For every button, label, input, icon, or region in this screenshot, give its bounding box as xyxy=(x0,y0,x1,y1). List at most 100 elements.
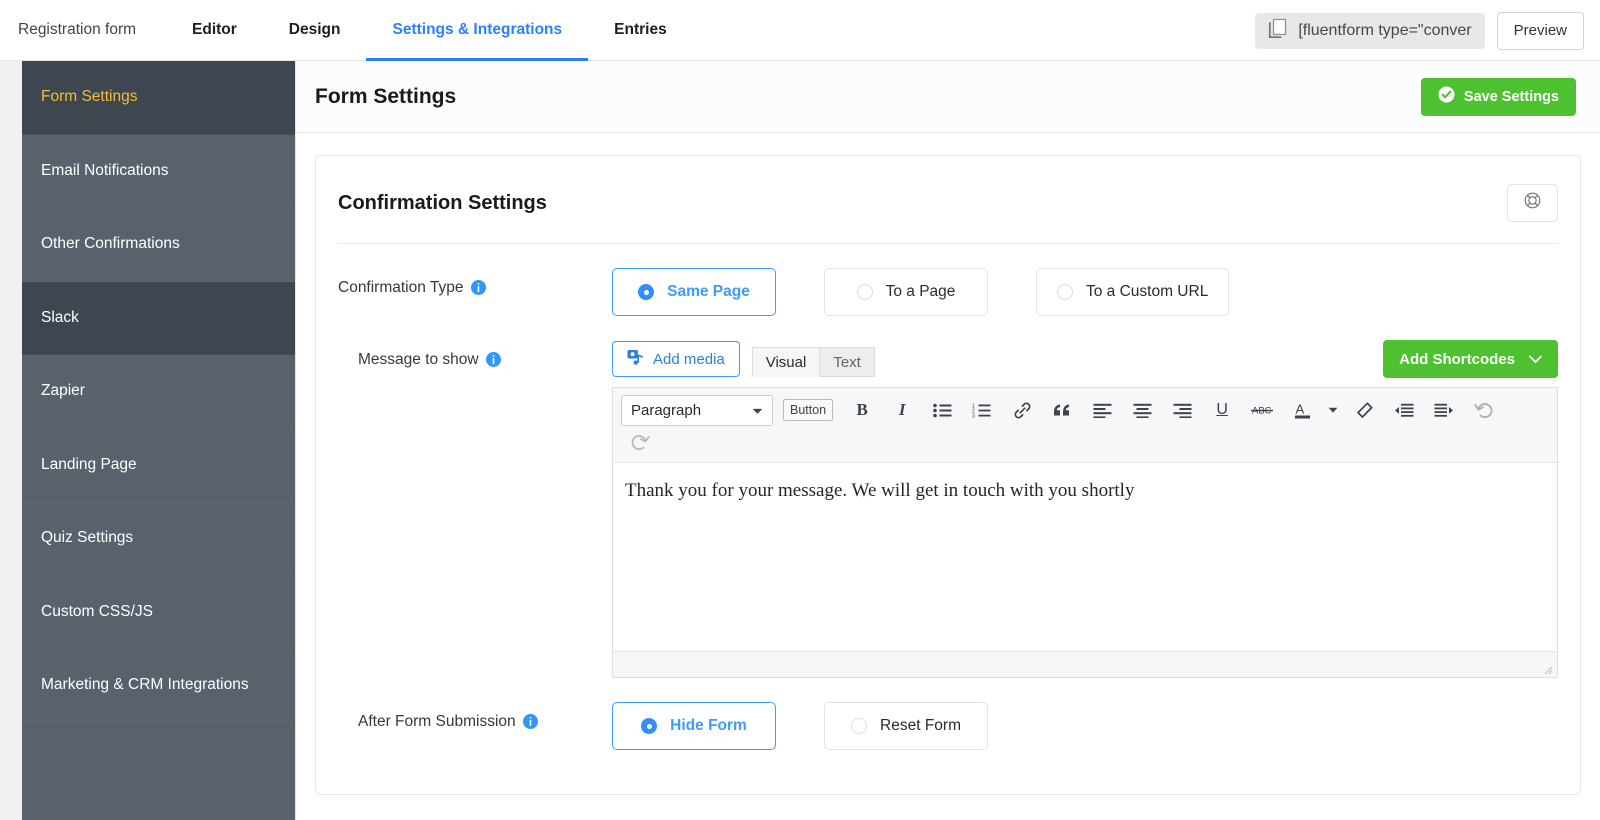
copy-icon xyxy=(1268,18,1287,44)
italic-icon[interactable]: I xyxy=(883,394,921,426)
option-label: Reset Form xyxy=(880,717,961,734)
media-icon xyxy=(627,349,644,370)
message-to-show-label: Message to show xyxy=(358,351,479,368)
outdent-icon[interactable] xyxy=(1385,394,1423,426)
preview-button[interactable]: Preview xyxy=(1496,11,1584,50)
editor-top-toolbar: Add media Visual Text Add Shortcodes xyxy=(612,340,1558,378)
shortcode-text: [fluentform type="conver xyxy=(1298,21,1472,39)
after-submission-option-hide-form[interactable]: Hide Form xyxy=(612,702,776,750)
sidebar-item-zapier[interactable]: Zapier xyxy=(22,355,295,429)
add-shortcodes-button[interactable]: Add Shortcodes xyxy=(1383,340,1558,378)
confirmation-type-option-to-a-page[interactable]: To a Page xyxy=(824,268,988,316)
editor-tab-visual[interactable]: Visual xyxy=(751,347,821,377)
link-icon[interactable] xyxy=(1003,394,1041,426)
page-title: Form Settings xyxy=(315,84,457,108)
card-header: Confirmation Settings xyxy=(338,156,1558,244)
confirmation-type-field: Same Page To a Page To a Custom URL xyxy=(612,268,1558,316)
save-settings-button[interactable]: Save Settings xyxy=(1420,77,1576,116)
confirmation-type-label: Confirmation Type xyxy=(338,279,464,296)
sidebar-item-quiz-settings[interactable]: Quiz Settings xyxy=(22,502,295,576)
add-media-label: Add media xyxy=(653,350,725,368)
tab-design[interactable]: Design xyxy=(263,0,367,61)
tab-settings-integrations[interactable]: Settings & Integrations xyxy=(366,0,588,61)
after-form-submission-options: Hide Form Reset Form xyxy=(612,702,1558,750)
bullet-list-icon[interactable] xyxy=(923,394,961,426)
main-panel-header: Form Settings Save Settings xyxy=(296,61,1600,133)
confirmation-type-option-to-a-custom-url[interactable]: To a Custom URL xyxy=(1036,268,1230,316)
svg-text:3: 3 xyxy=(972,413,975,417)
option-label: Hide Form xyxy=(670,717,747,734)
top-nav-list: Registration form Editor Design Settings… xyxy=(0,0,693,61)
info-icon[interactable] xyxy=(485,352,501,372)
tab-entries[interactable]: Entries xyxy=(588,0,693,61)
add-media-button[interactable]: Add media xyxy=(612,341,740,377)
sidebar-item-form-settings[interactable]: Form Settings xyxy=(22,61,295,135)
info-icon[interactable] xyxy=(522,714,538,734)
undo-icon[interactable] xyxy=(1465,394,1503,426)
button-element-chip[interactable]: Button xyxy=(783,399,834,421)
caret-down-icon xyxy=(752,402,763,419)
sidebar-item-email-notifications[interactable]: Email Notifications xyxy=(22,135,295,208)
radio-dot-icon xyxy=(638,284,655,300)
top-bar-right-actions: [fluentform type="conver Preview xyxy=(1255,0,1584,61)
form-name-label[interactable]: Registration form xyxy=(0,0,166,61)
sidebar-item-marketing-crm-integrations[interactable]: Marketing & CRM Integrations xyxy=(22,649,295,723)
format-select[interactable]: Paragraph xyxy=(621,394,773,426)
add-shortcodes-label: Add Shortcodes xyxy=(1399,350,1515,368)
radio-dot-icon xyxy=(641,718,658,734)
resize-handle-icon[interactable] xyxy=(1542,662,1553,675)
rich-text-editor: Paragraph Button B I 1 2 3 U ABC A Thank… xyxy=(612,387,1558,678)
help-button[interactable] xyxy=(1507,184,1558,222)
align-center-icon[interactable] xyxy=(1123,394,1161,426)
chevron-down-icon xyxy=(1529,351,1542,368)
confirmation-type-row: Confirmation Type Same Page To a Page To… xyxy=(338,244,1558,316)
sidebar-item-other-confirmations[interactable]: Other Confirmations xyxy=(22,208,295,282)
option-label: To a Custom URL xyxy=(1086,283,1209,300)
main-scroll-area: Confirmation Settings Confirmation Type … xyxy=(296,133,1600,820)
app-body: Form Settings Email Notifications Other … xyxy=(0,61,1600,820)
top-navigation-bar: Registration form Editor Design Settings… xyxy=(0,0,1600,61)
strikethrough-icon[interactable]: ABC xyxy=(1243,394,1281,426)
shortcode-copy-field[interactable]: [fluentform type="conver xyxy=(1255,12,1485,49)
text-color-caret-icon[interactable] xyxy=(1323,394,1343,426)
tab-editor[interactable]: Editor xyxy=(166,0,263,61)
editor-toolbar-row-2 xyxy=(621,426,1549,458)
lifebuoy-help-icon xyxy=(1524,192,1541,214)
confirmation-type-option-same-page[interactable]: Same Page xyxy=(612,268,776,316)
align-right-icon[interactable] xyxy=(1163,394,1201,426)
bold-icon[interactable]: B xyxy=(843,394,881,426)
text-color-icon[interactable]: A xyxy=(1283,394,1321,426)
card-title: Confirmation Settings xyxy=(338,191,547,214)
editor-status-bar xyxy=(613,651,1557,677)
settings-sidebar: Form Settings Email Notifications Other … xyxy=(22,61,295,820)
blockquote-icon[interactable] xyxy=(1043,394,1081,426)
editor-toolbar: Paragraph Button B I 1 2 3 U ABC A xyxy=(613,388,1557,463)
after-form-submission-label-wrap: After Form Submission xyxy=(338,702,612,750)
message-to-show-row: Message to show Add media Visual Text Ad… xyxy=(338,316,1558,678)
editor-toolbar-row-1: Paragraph Button B I 1 2 3 U ABC A xyxy=(621,394,1549,426)
after-form-submission-label: After Form Submission xyxy=(358,713,516,730)
clear-formatting-icon[interactable] xyxy=(1345,394,1383,426)
indent-icon[interactable] xyxy=(1425,394,1463,426)
check-circle-icon xyxy=(1438,86,1455,107)
confirmation-type-options: Same Page To a Page To a Custom URL xyxy=(612,268,1558,316)
save-settings-label: Save Settings xyxy=(1463,88,1559,105)
sidebar-item-landing-page[interactable]: Landing Page xyxy=(22,429,295,502)
radio-dot-icon xyxy=(1057,284,1073,300)
numbered-list-icon[interactable]: 1 2 3 xyxy=(963,394,1001,426)
redo-icon[interactable] xyxy=(621,426,659,458)
editor-content-area[interactable]: Thank you for your message. We will get … xyxy=(613,463,1557,651)
underline-icon[interactable]: U xyxy=(1203,394,1241,426)
message-to-show-label-wrap: Message to show xyxy=(338,340,612,678)
radio-dot-icon xyxy=(851,718,868,734)
confirmation-settings-card: Confirmation Settings Confirmation Type … xyxy=(315,155,1581,795)
editor-tab-text[interactable]: Text xyxy=(819,347,875,377)
sidebar-item-custom-css-js[interactable]: Custom CSS/JS xyxy=(22,576,295,649)
after-submission-option-reset-form[interactable]: Reset Form xyxy=(824,702,988,750)
radio-dot-icon xyxy=(856,284,873,300)
after-form-submission-row: After Form Submission Hide Form Reset Fo… xyxy=(338,678,1558,750)
after-form-submission-field: Hide Form Reset Form xyxy=(612,702,1558,750)
info-icon[interactable] xyxy=(470,280,486,300)
sidebar-item-slack[interactable]: Slack xyxy=(22,281,295,355)
align-left-icon[interactable] xyxy=(1083,394,1121,426)
